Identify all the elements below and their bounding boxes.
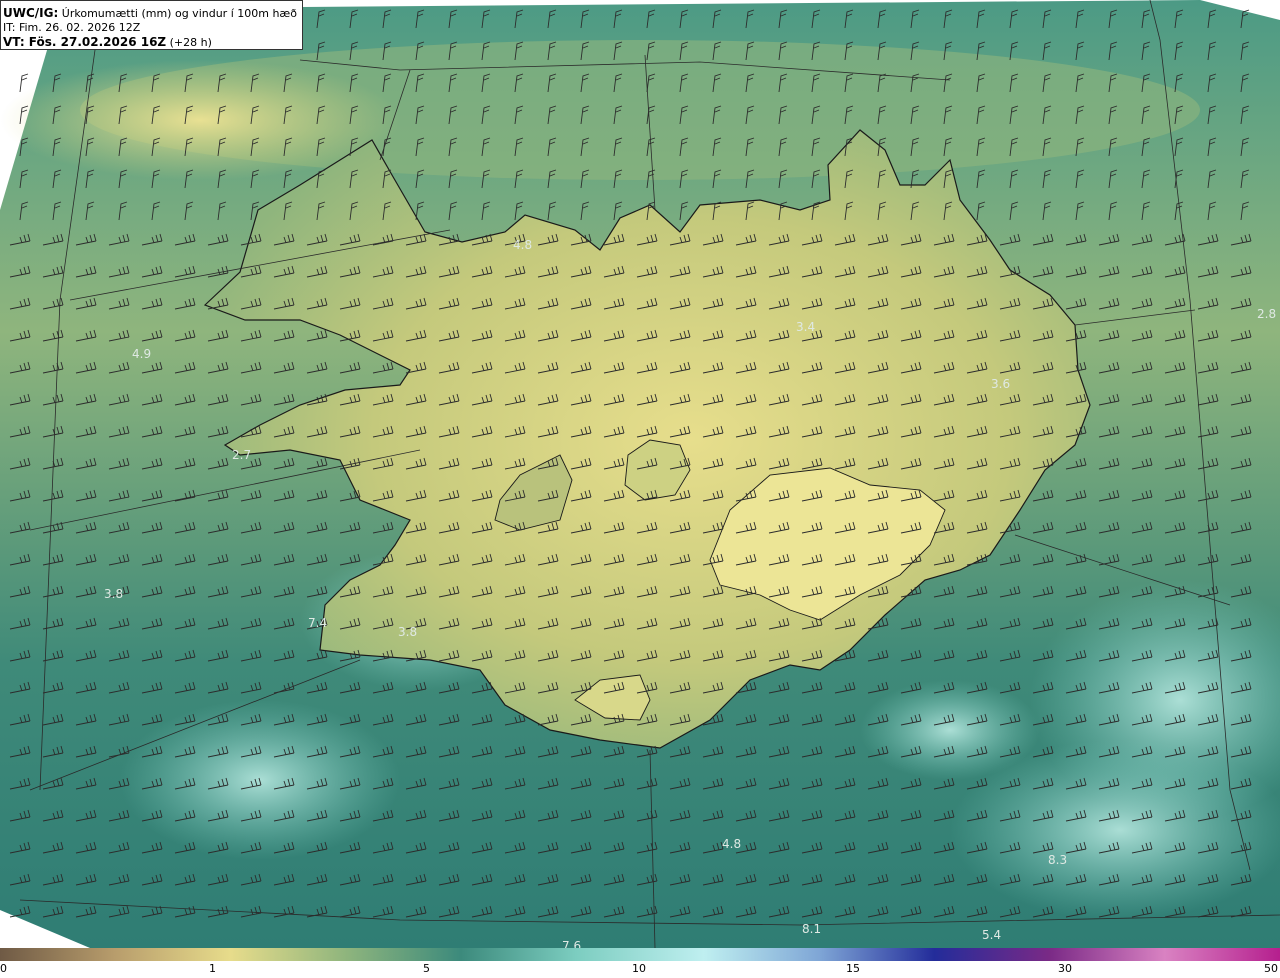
colorbar-tick: 30 (1058, 962, 1072, 975)
precip-value-label: 7.6 (562, 939, 581, 948)
colorbar-tick: 5 (423, 962, 430, 975)
colorbar-tick: 10 (632, 962, 646, 975)
colorbar-tick: 1 (209, 962, 216, 975)
colorbar-strip (0, 948, 1280, 961)
precip-value-label: 4.8 (722, 837, 741, 851)
valid-time: VT: Fös. 27.02.2026 16Z (3, 35, 167, 49)
precip-value-label: 8.1 (802, 922, 821, 936)
colorbar-tick: 0 (0, 962, 7, 975)
colorbar-tick: 50 (1264, 962, 1278, 975)
precip-value-label: 4.8 (513, 238, 532, 252)
init-time: IT: Fim. 26. 02. 2026 12Z (3, 21, 141, 34)
map-title: Úrkomumætti (mm) og vindur í 100m hæð (61, 7, 297, 20)
title-line: UWC/IG: Úrkomumætti (mm) og vindur í 100… (3, 6, 302, 21)
precip-value-label: 3.8 (398, 625, 417, 639)
precip-value-label: 4.9 (132, 347, 151, 361)
precip-value-label: 3.8 (104, 587, 123, 601)
precip-value-label: 2.7 (232, 448, 251, 462)
colorbar: 0 1 5 10 15 30 50 (0, 948, 1280, 978)
precip-value-label: 8.3 (1048, 853, 1067, 867)
map-area[interactable]: 4.8 4.9 3.4 3.6 2.8 2.7 3.8 7.4 3.8 4.8 8.1 5.4 7.6 8… (0, 0, 1280, 948)
precip-value-label: 3.4 (796, 320, 815, 334)
lead-time: (+28 h) (166, 36, 212, 49)
precip-value-label: 2.8 (1257, 307, 1276, 321)
precip-patch (860, 680, 1040, 780)
map-canvas: 4.8 4.9 3.4 3.6 2.8 2.7 3.8 7.4 3.8 4.8 8.1 5.4 7.6 8… (0, 0, 1280, 948)
map-info-box: UWC/IG: Úrkomumætti (mm) og vindur í 100… (0, 0, 303, 50)
precip-value-label: 3.6 (991, 377, 1010, 391)
precip-value-label: 7.4 (308, 616, 327, 630)
precip-value-label: 5.4 (982, 928, 1001, 942)
colorbar-tick: 15 (846, 962, 860, 975)
model-label: UWC/IG: (3, 6, 59, 20)
valid-time-line: VT: Fös. 27.02.2026 16Z (+28 h) (3, 35, 302, 50)
